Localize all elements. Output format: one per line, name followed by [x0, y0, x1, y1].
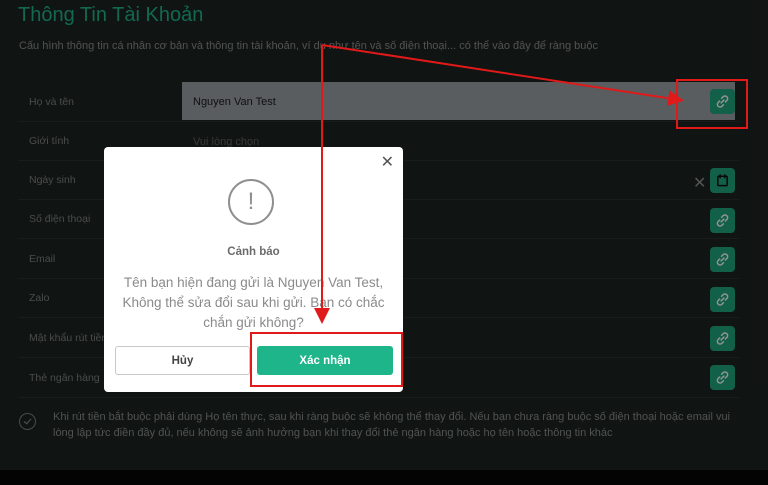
annotation-arrow-to-link — [321, 44, 684, 107]
annotation-arrows — [314, 44, 684, 324]
